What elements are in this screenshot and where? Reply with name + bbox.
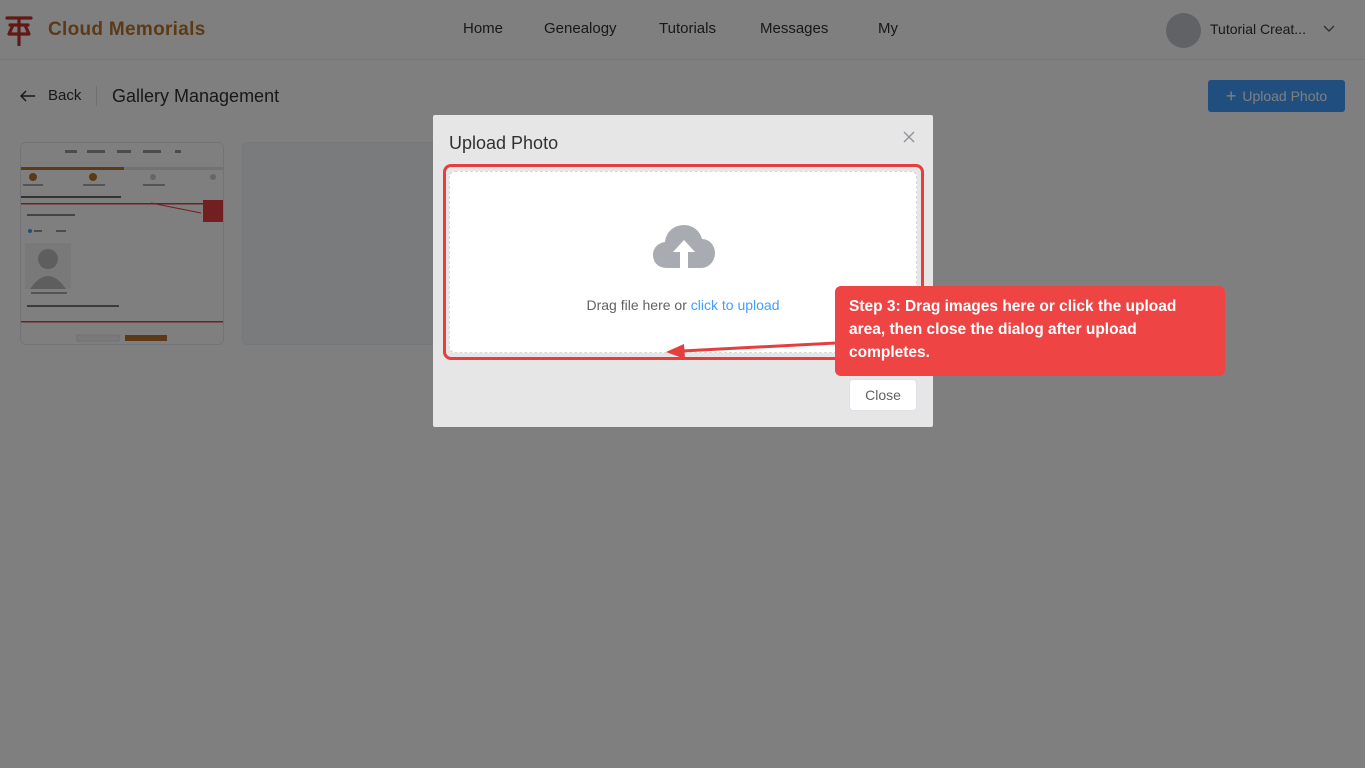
- close-button[interactable]: Close: [849, 379, 917, 411]
- annotation-callout: Step 3: Drag images here or click the up…: [835, 286, 1225, 376]
- dialog-title: Upload Photo: [449, 133, 559, 153]
- close-icon[interactable]: [902, 130, 916, 144]
